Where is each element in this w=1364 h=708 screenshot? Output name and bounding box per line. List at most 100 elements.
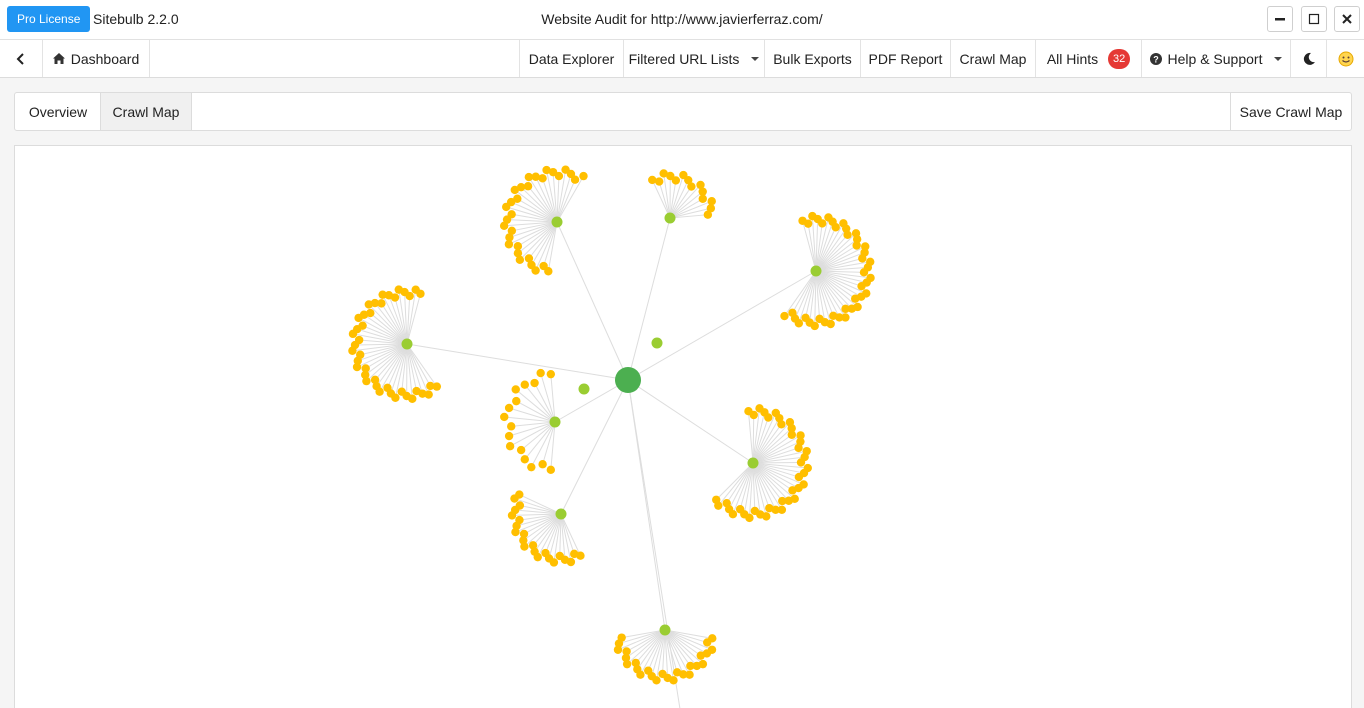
leaf-page-node[interactable] [354, 335, 364, 345]
leaf-page-node[interactable] [515, 490, 524, 499]
hub-page-node[interactable] [401, 338, 413, 350]
hub-page-node[interactable] [551, 216, 563, 228]
leaf-page-node[interactable] [794, 443, 803, 453]
leaf-page-node[interactable] [777, 420, 786, 429]
leaf-page-node[interactable] [554, 171, 564, 181]
leaf-page-node[interactable] [358, 321, 367, 330]
leaf-page-node[interactable] [735, 505, 745, 514]
leaf-page-node[interactable] [361, 364, 370, 373]
leaf-page-node[interactable] [383, 383, 392, 393]
leaf-page-node[interactable] [520, 380, 529, 389]
leaf-page-node[interactable] [397, 387, 406, 396]
leaf-page-node[interactable] [507, 422, 516, 431]
leaf-page-node[interactable] [570, 549, 579, 559]
nav-data-explorer[interactable]: Data Explorer [519, 40, 623, 77]
hub-page-node[interactable] [549, 416, 561, 428]
leaf-page-node[interactable] [617, 633, 626, 642]
leaf-page-node[interactable] [687, 182, 696, 191]
leaf-page-node[interactable] [370, 375, 380, 385]
leaf-page-node[interactable] [703, 210, 713, 219]
leaf-page-node[interactable] [412, 386, 421, 396]
leaf-page-node[interactable] [631, 658, 640, 668]
leaf-page-node[interactable] [841, 304, 850, 314]
leaf-page-node[interactable] [698, 194, 707, 203]
leaf-page-node[interactable] [712, 495, 721, 504]
leaf-page-node[interactable] [505, 442, 515, 451]
leaf-page-node[interactable] [511, 385, 520, 394]
leaf-page-node[interactable] [803, 219, 813, 228]
leaf-page-node[interactable] [377, 299, 386, 308]
leaf-page-node[interactable] [524, 254, 534, 263]
leaf-page-node[interactable] [672, 668, 682, 677]
leaf-page-node[interactable] [513, 194, 522, 203]
crawl-map-canvas[interactable] [14, 145, 1352, 708]
leaf-page-node[interactable] [512, 396, 521, 406]
leaf-page-node[interactable] [507, 210, 516, 219]
back-button[interactable] [0, 40, 43, 77]
leaf-page-node[interactable] [527, 462, 536, 472]
leaf-page-node[interactable] [787, 430, 797, 439]
leaf-page-node[interactable] [538, 460, 547, 469]
leaf-page-node[interactable] [671, 176, 681, 185]
leaf-page-node[interactable] [648, 175, 657, 185]
hub-page-node[interactable] [555, 508, 567, 520]
nav-filtered-url-lists[interactable]: Filtered URL Lists [623, 40, 764, 77]
leaf-page-node[interactable] [356, 350, 365, 359]
leaf-page-node[interactable] [686, 661, 695, 671]
leaf-page-node[interactable] [780, 311, 789, 321]
leaf-page-node[interactable] [405, 291, 414, 301]
leaf-page-node[interactable] [778, 496, 787, 506]
leaf-page-node[interactable] [858, 254, 867, 263]
leaf-page-node[interactable] [829, 311, 838, 320]
leaf-page-node[interactable] [765, 503, 774, 513]
leaf-page-node[interactable] [696, 651, 705, 660]
leaf-page-node[interactable] [796, 458, 806, 467]
leaf-page-node[interactable] [764, 413, 773, 422]
close-button[interactable] [1334, 6, 1360, 32]
hub-page-node[interactable] [810, 265, 822, 277]
leaf-page-node[interactable] [788, 308, 797, 318]
leaf-page-node[interactable] [750, 506, 760, 516]
leaf-page-node[interactable] [519, 529, 529, 539]
leaf-page-node[interactable] [390, 293, 400, 302]
leaf-page-node[interactable] [859, 268, 869, 277]
leaf-page-node[interactable] [520, 455, 529, 464]
leaf-page-node[interactable] [555, 551, 564, 561]
leaf-page-node[interactable] [523, 182, 533, 191]
leaf-page-node[interactable] [749, 410, 758, 420]
leaf-page-node[interactable] [500, 412, 509, 422]
leaf-page-node[interactable] [515, 515, 524, 525]
leaf-page-node[interactable] [644, 666, 653, 675]
leaf-page-node[interactable] [516, 445, 526, 455]
hub-page-node[interactable] [659, 624, 671, 636]
leaf-page-node[interactable] [539, 261, 548, 271]
root-page-node[interactable] [615, 367, 641, 393]
leaf-page-node[interactable] [654, 177, 664, 186]
leaf-page-node[interactable] [622, 647, 631, 656]
leaf-page-node[interactable] [843, 230, 852, 240]
nav-all-hints[interactable]: All Hints 32 [1035, 40, 1141, 77]
leaf-page-node[interactable] [570, 175, 580, 184]
leaf-page-node[interactable] [530, 378, 539, 388]
leaf-page-node[interactable] [546, 465, 556, 475]
nav-pdf-report[interactable]: PDF Report [860, 40, 950, 77]
leaf-page-node[interactable] [579, 171, 588, 181]
leaf-page-node[interactable] [658, 669, 667, 679]
leaf-page-node[interactable] [504, 403, 514, 413]
hub-page-node[interactable] [651, 337, 663, 349]
maximize-button[interactable] [1301, 6, 1327, 32]
minimize-button[interactable] [1267, 6, 1293, 32]
leaf-page-node[interactable] [788, 486, 797, 495]
leaf-page-node[interactable] [416, 289, 425, 298]
leaf-page-node[interactable] [515, 501, 525, 510]
leaf-page-node[interactable] [538, 174, 547, 183]
leaf-page-node[interactable] [818, 219, 827, 228]
nav-crawl-map[interactable]: Crawl Map [950, 40, 1035, 77]
hub-page-node[interactable] [747, 457, 759, 469]
leaf-page-node[interactable] [831, 223, 840, 232]
leaf-page-node[interactable] [857, 281, 866, 291]
nav-bulk-exports[interactable]: Bulk Exports [764, 40, 860, 77]
leaf-page-node[interactable] [513, 241, 523, 251]
license-badge[interactable]: Pro License [7, 6, 91, 32]
nav-help-support[interactable]: ? Help & Support [1141, 40, 1290, 77]
